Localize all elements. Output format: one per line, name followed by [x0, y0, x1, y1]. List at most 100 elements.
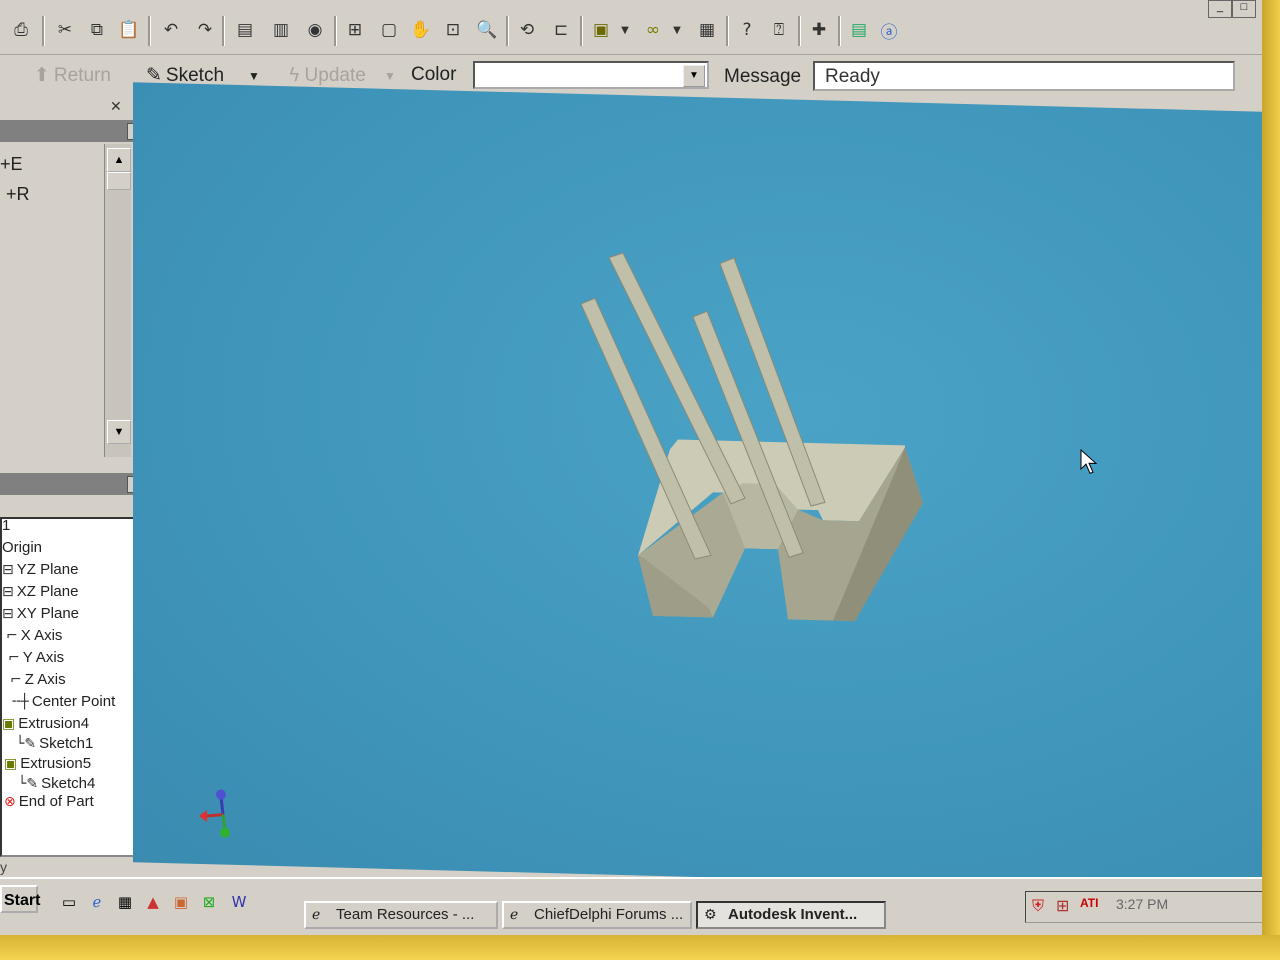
tree-item-z-axis[interactable]: ⌐ Z Axis [10, 671, 66, 688]
zoom-icon[interactable]: 🔍 [474, 17, 500, 43]
parameters-icon[interactable]: ▥ [268, 17, 294, 43]
axis-icon: ⌐ [6, 628, 18, 644]
maximize-icon[interactable]: □ [1232, 0, 1256, 18]
tree-item-origin[interactable]: Origin [2, 539, 42, 556]
clock[interactable]: 3:27 PM [1116, 896, 1168, 912]
color-wheel-icon[interactable]: ◉ [302, 17, 328, 43]
task-autodesk-inventor[interactable]: ⚙ Autodesk Invent... [696, 901, 886, 929]
scroll-up-icon[interactable]: ▲ [107, 148, 131, 172]
system-tray: ⛨ ⊞ ATI 3:27 PM [1025, 891, 1262, 923]
axis-icon: ⌐ [10, 672, 22, 688]
ground-icon[interactable]: ▦ [694, 17, 720, 43]
chevron-down-icon[interactable]: ▼ [683, 65, 705, 87]
update-dropdown-icon[interactable]: ▼ [384, 69, 396, 83]
tree-item-sketch4[interactable]: └✎ Sketch4 [18, 775, 95, 792]
help-icon[interactable]: ? [734, 17, 760, 43]
acrobat-icon[interactable]: ▲ [142, 891, 164, 913]
rotate-icon[interactable]: ⟲ [514, 17, 540, 43]
tree-item-x-axis[interactable]: ⌐ X Axis [6, 627, 62, 644]
app-icon[interactable]: ▦ [114, 891, 136, 913]
print-icon[interactable]: ⎙ [8, 17, 34, 43]
plane-icon: ⊟ [2, 584, 14, 600]
sketch-icon: └✎ [18, 776, 39, 792]
tree-item-end-of-part[interactable]: ⊗ End of Part [4, 793, 94, 810]
sketch-icon: └✎ [16, 736, 37, 752]
tree-item-center-point[interactable]: ╌┼ Center Point [12, 693, 115, 710]
word-icon[interactable]: W [228, 891, 250, 913]
desktop-icon[interactable]: ▭ [58, 891, 80, 913]
browser-icon[interactable]: ℯ [86, 891, 108, 913]
display-dropdown-icon[interactable]: ▼ [618, 17, 632, 43]
pan-icon[interactable]: ✋ [408, 17, 434, 43]
graphics-window[interactable] [133, 82, 1262, 892]
network-icon[interactable]: ⊞ [1056, 896, 1069, 915]
redo-icon[interactable]: ↷ [192, 17, 218, 43]
taskbar: Start ▭ ℯ ▦ ▲ ▣ ⊠ W ℯ Team Resources - .… [0, 877, 1262, 935]
plane-icon: ⊟ [2, 562, 14, 578]
add-icon[interactable]: ✚ [806, 17, 832, 43]
mouse-pointer-icon [1080, 448, 1098, 474]
start-button[interactable]: Start [0, 885, 40, 913]
point-icon: ╌┼ [12, 694, 29, 710]
look-at-icon[interactable]: ⊏ [548, 17, 574, 43]
design-assistant-icon[interactable]: ▤ [846, 17, 872, 43]
panel-bar-header: ? [0, 120, 150, 142]
rail-1 [580, 297, 712, 560]
undo-icon[interactable]: ↶ [158, 17, 184, 43]
whats-this-icon[interactable]: ⍰ [766, 17, 792, 43]
zoom-selected-icon[interactable]: ⊡ [440, 17, 466, 43]
powerpoint-icon[interactable]: ▣ [170, 891, 192, 913]
ati-icon[interactable]: ATI [1080, 896, 1098, 910]
sketch-dropdown-icon[interactable]: ▼ [248, 69, 260, 83]
extrusion-icon: ▣ [4, 756, 18, 772]
extrusion-icon: ▣ [2, 716, 16, 732]
lightning-icon: ϟ [288, 64, 301, 86]
copy-icon[interactable]: ⧉ [84, 17, 110, 43]
tree-root[interactable]: 1 [2, 517, 10, 534]
paste-icon[interactable]: 📋 [116, 17, 142, 43]
tree-item-extrusion5[interactable]: ▣ Extrusion5 [4, 755, 91, 772]
tree-item-y-axis[interactable]: ⌐ Y Axis [8, 649, 64, 666]
color-label: Color [411, 64, 457, 85]
plane-icon: ⊟ [2, 606, 14, 622]
monitor-bezel-bottom [0, 935, 1280, 960]
constraint-dropdown-icon[interactable]: ▼ [670, 17, 684, 43]
zoom-all-icon[interactable]: ⊞ [342, 17, 368, 43]
message-field: Ready [813, 61, 1235, 91]
update-button[interactable]: ϟ Update [288, 64, 366, 87]
tree-item-sketch1[interactable]: └✎ Sketch1 [16, 735, 93, 752]
view-axis-indicator [199, 789, 230, 838]
tree-item-extrusion4[interactable]: ▣ Extrusion4 [2, 715, 89, 732]
color-select[interactable]: ▼ [473, 61, 709, 89]
task-chiefdelphi-forums[interactable]: ℯ ChiefDelphi Forums ... [502, 901, 692, 929]
zoom-window-icon[interactable]: ▢ [376, 17, 402, 43]
standard-toolbar: _ □ ⎙ ✂ ⧉ 📋 ↶ ↷ ▤ ▥ ◉ ⊞ ▢ ✋ ⊡ 🔍 ⟲ ⊏ ▣ ▼ … [0, 0, 1262, 55]
message-label: Message [724, 66, 802, 87]
status-text: y [0, 859, 7, 875]
autodesk-online-icon[interactable]: ⓐ [876, 17, 902, 43]
browser-header: ? [0, 473, 150, 495]
cut-icon[interactable]: ✂ [52, 17, 78, 43]
shaded-display-icon[interactable]: ▣ [588, 17, 614, 43]
return-label: Return [53, 65, 111, 86]
monitor-bezel-right [1262, 0, 1280, 960]
constraint-icon[interactable]: ∞ [640, 17, 666, 43]
tree-item-xy-plane[interactable]: ⊟ XY Plane [2, 605, 79, 622]
list-item[interactable]: +R [6, 184, 30, 205]
tree-item-yz-plane[interactable]: ⊟ YZ Plane [2, 561, 78, 578]
task-team-resources[interactable]: ℯ Team Resources - ... [304, 901, 498, 929]
tree-item-xz-plane[interactable]: ⊟ XZ Plane [2, 583, 78, 600]
document-icon[interactable]: ▤ [232, 17, 258, 43]
panel-bar: ✕ ? +E +R ▲ ▼ [0, 98, 152, 544]
part-model[interactable] [133, 82, 1262, 892]
browser-icon: ℯ [312, 907, 321, 923]
excel-icon[interactable]: ⊠ [198, 891, 220, 913]
close-icon[interactable]: ✕ [110, 98, 122, 115]
return-button[interactable]: ⬆ Return [34, 64, 111, 87]
list-item[interactable]: +E [0, 154, 23, 175]
scroll-thumb[interactable] [107, 172, 131, 190]
scroll-down-icon[interactable]: ▼ [107, 420, 131, 444]
minimize-icon[interactable]: _ [1208, 0, 1232, 18]
end-of-part-icon: ⊗ [4, 794, 16, 810]
shield-icon[interactable]: ⛨ [1032, 896, 1044, 916]
